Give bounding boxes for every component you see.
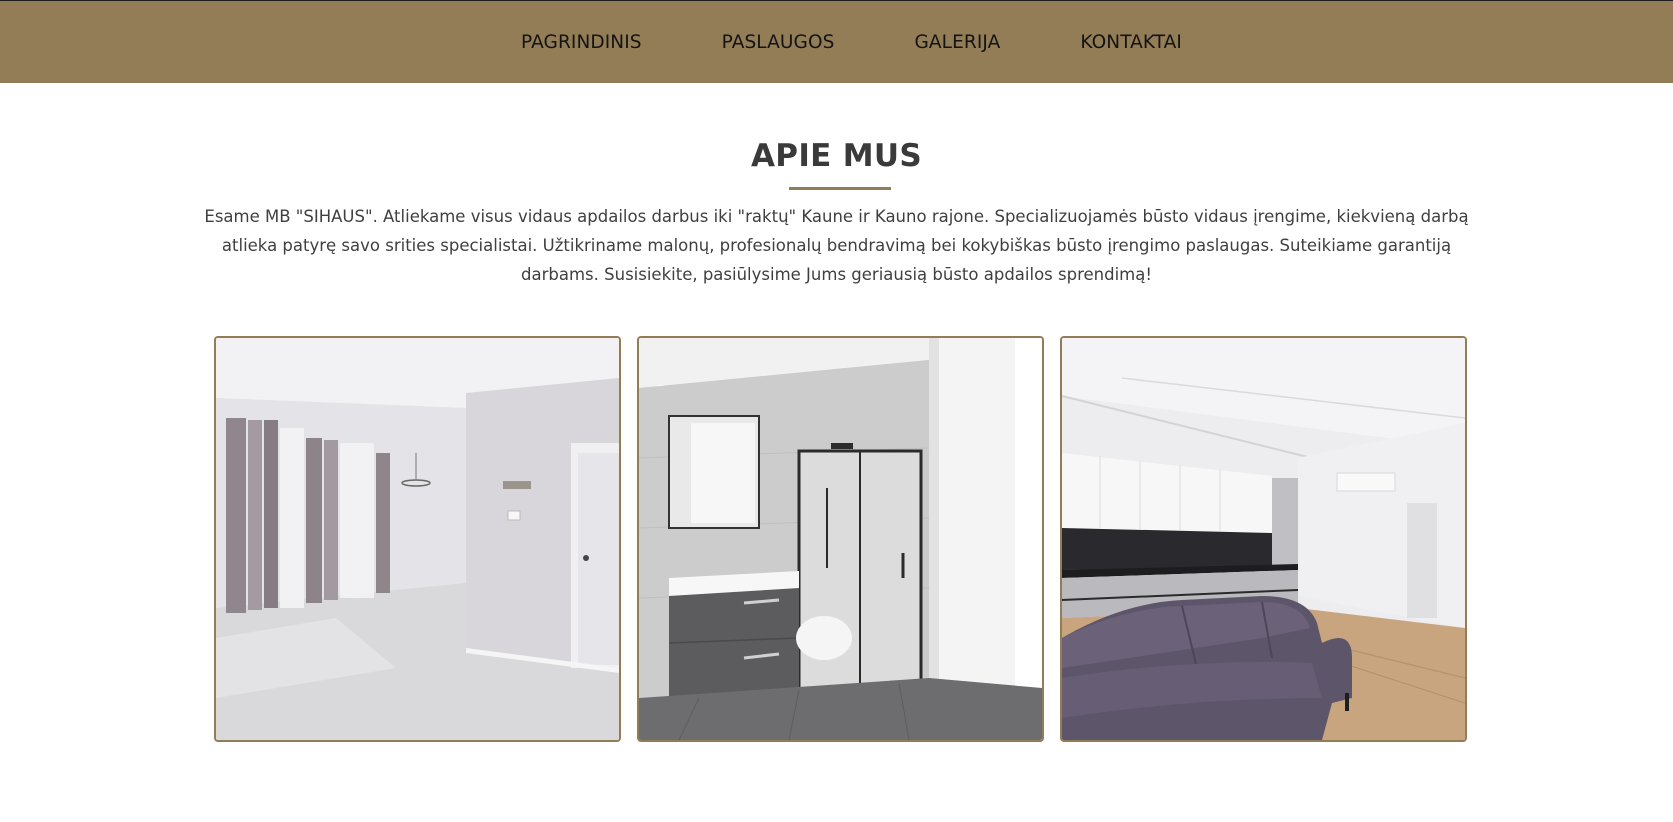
about-title: APIE MUS xyxy=(751,138,922,174)
living-room-image xyxy=(216,338,619,740)
nav-item-pagrindinis[interactable]: PAGRINDINIS xyxy=(521,32,642,53)
nav-item-galerija[interactable]: GALERIJA xyxy=(914,32,1000,53)
gallery-photo-bathroom[interactable] xyxy=(637,336,1044,742)
nav-menu: PAGRINDINIS PASLAUGOS GALERIJA KONTAKTAI xyxy=(481,32,1222,53)
nav-item-paslaugos[interactable]: PASLAUGOS xyxy=(722,32,835,53)
gallery-photo-kitchen[interactable] xyxy=(1060,336,1467,742)
gallery-photo-living-room[interactable] xyxy=(214,336,621,742)
top-navigation-bar: PAGRINDINIS PASLAUGOS GALERIJA KONTAKTAI xyxy=(0,0,1673,83)
nav-item-kontaktai[interactable]: KONTAKTAI xyxy=(1080,32,1182,53)
kitchen-image xyxy=(1062,338,1465,740)
about-description: Esame MB "SIHAUS". Atliekame visus vidau… xyxy=(204,207,1469,284)
title-underline-divider xyxy=(789,187,891,190)
bathroom-image xyxy=(639,338,1042,740)
